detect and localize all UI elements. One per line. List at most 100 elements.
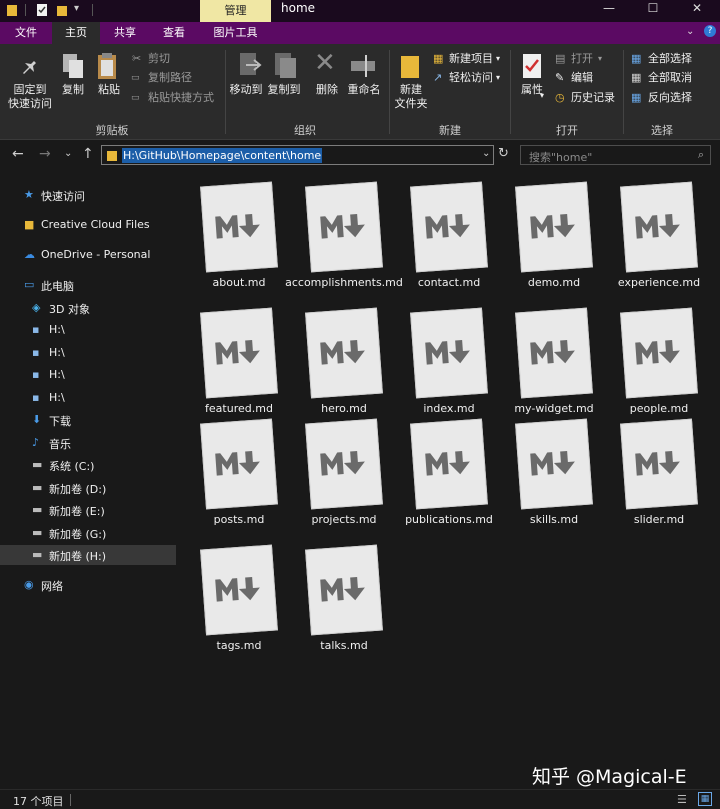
help-icon[interactable]: ?: [704, 25, 716, 37]
copy-to-button[interactable]: 复制到: [265, 83, 303, 97]
address-dropdown-button[interactable]: ⌄: [482, 145, 490, 163]
easy-access-button[interactable]: 轻松访问: [449, 71, 493, 85]
sidebar-item[interactable]: ★ 快速访问: [0, 185, 176, 205]
move-to-icon: [240, 53, 262, 75]
context-tab-manage[interactable]: 管理: [200, 0, 271, 22]
refresh-button[interactable]: ↻: [498, 145, 509, 163]
group-divider: [510, 50, 511, 134]
sidebar-item[interactable]: ◈ 3D 对象: [0, 298, 176, 318]
select-none-button[interactable]: 全部取消: [648, 71, 692, 85]
sidebar-item[interactable]: ▪ H:\: [0, 388, 176, 408]
edit-button[interactable]: 编辑: [571, 71, 593, 85]
sidebar-item-label: H:\: [49, 323, 65, 336]
paste-button[interactable]: 粘贴: [93, 83, 125, 97]
details-view-icon[interactable]: ☰: [677, 793, 687, 806]
maximize-button[interactable]: ☐: [630, 0, 676, 18]
file-item[interactable]: experience.md: [600, 176, 700, 296]
sidebar-item[interactable]: ▪ H:\: [0, 320, 176, 340]
drive-icon: ▪: [32, 391, 40, 404]
file-item[interactable]: featured.md: [180, 302, 278, 422]
sidebar-item[interactable]: ▪ H:\: [0, 343, 176, 363]
new-folder-icon[interactable]: [56, 3, 68, 17]
close-button[interactable]: ✕: [674, 0, 720, 18]
dropdown-icon[interactable]: ▾: [496, 71, 500, 85]
sidebar-item[interactable]: ▭ 此电脑: [0, 275, 176, 295]
file-item[interactable]: people.md: [600, 302, 698, 422]
sidebar-item-label: Creative Cloud Files: [41, 218, 150, 231]
file-item[interactable]: my-widget.md: [495, 302, 594, 422]
select-all-button[interactable]: 全部选择: [648, 52, 692, 66]
sidebar-item[interactable]: ▬ 新加卷 (G:): [0, 523, 176, 543]
pin-to-quick-access-button[interactable]: 固定到 快速访问: [4, 83, 56, 111]
file-item[interactable]: projects.md: [285, 413, 383, 533]
file-item[interactable]: about.md: [180, 176, 278, 296]
copy-button[interactable]: 复制: [57, 83, 89, 97]
file-item[interactable]: tags.md: [180, 539, 278, 659]
paste-shortcut-button[interactable]: 粘贴快捷方式: [148, 91, 214, 105]
sidebar-item[interactable]: ◉ 网络: [0, 575, 176, 595]
pin-icon: [23, 56, 36, 74]
delete-icon: ✕: [314, 48, 336, 78]
up-button[interactable]: ↑: [82, 145, 94, 163]
file-item[interactable]: demo.md: [495, 176, 593, 296]
tab-share[interactable]: 共享: [100, 22, 150, 44]
sidebar-item[interactable]: ▪ H:\: [0, 365, 176, 385]
file-item[interactable]: contact.md: [390, 176, 488, 296]
file-name: contact.md: [417, 276, 481, 289]
copy-path-button[interactable]: 复制路径: [148, 71, 192, 85]
collapse-ribbon-icon[interactable]: ⌄: [686, 26, 694, 37]
new-folder-button[interactable]: 新建 文件夹: [391, 83, 431, 111]
sidebar-item[interactable]: ■ Creative Cloud Files: [0, 215, 176, 235]
file-item[interactable]: publications.md: [390, 413, 493, 533]
forward-button[interactable]: →: [39, 145, 51, 163]
file-item[interactable]: posts.md: [180, 413, 278, 533]
markdown-file-icon: [305, 181, 383, 273]
sidebar-item-label: H:\: [49, 368, 65, 381]
open-button[interactable]: 打开: [571, 52, 593, 66]
minimize-button[interactable]: —: [586, 0, 632, 18]
dropdown-icon[interactable]: ▾: [598, 52, 602, 66]
tab-picture-tools[interactable]: 图片工具: [200, 22, 271, 44]
large-icons-view-icon[interactable]: ▦: [698, 792, 712, 806]
history-button[interactable]: 历史记录: [571, 91, 615, 105]
tab-home[interactable]: 主页: [52, 22, 100, 44]
folder-icon: ■: [24, 218, 35, 231]
search-icon[interactable]: ⌕: [698, 148, 704, 162]
tab-file[interactable]: 文件: [0, 22, 52, 44]
address-bar[interactable]: H:\GitHub\Homepage\content\home: [101, 145, 494, 165]
sidebar-item[interactable]: ▬ 新加卷 (H:): [0, 545, 176, 565]
properties-icon[interactable]: [36, 3, 48, 17]
invert-selection-button[interactable]: 反向选择: [648, 91, 692, 105]
sidebar-item[interactable]: ▬ 新加卷 (D:): [0, 478, 176, 498]
file-name: skills.md: [529, 513, 579, 526]
sidebar-item[interactable]: ♪ 音乐: [0, 433, 176, 453]
file-name: posts.md: [213, 513, 265, 526]
rename-button[interactable]: 重命名: [343, 83, 385, 97]
tab-view[interactable]: 查看: [150, 22, 198, 44]
folder-icon[interactable]: [6, 3, 18, 17]
recent-locations-button[interactable]: ⌄: [64, 145, 72, 163]
sidebar-item[interactable]: ▬ 系统 (C:): [0, 455, 176, 475]
markdown-file-icon: [305, 307, 383, 399]
file-item[interactable]: accomplishments.md: [285, 176, 403, 296]
file-item[interactable]: hero.md: [285, 302, 383, 422]
customize-qat-icon[interactable]: ▾: [74, 3, 79, 14]
disk-icon: ▬: [32, 503, 43, 516]
file-item[interactable]: index.md: [390, 302, 488, 422]
new-item-button[interactable]: 新建项目: [449, 52, 493, 66]
search-input[interactable]: 搜索"home" ⌕: [520, 145, 711, 165]
file-item[interactable]: talks.md: [285, 539, 383, 659]
cut-button[interactable]: 剪切: [148, 52, 170, 66]
ribbon: 固定到 快速访问 复制 粘贴 ✂ 剪切 ▭ 复制路径 ▭ 粘贴快捷方式 剪贴板 …: [0, 44, 720, 140]
dropdown-icon[interactable]: ▾: [540, 89, 544, 103]
move-to-button[interactable]: 移动到: [227, 83, 265, 97]
delete-button[interactable]: 删除: [309, 83, 345, 97]
sidebar-item[interactable]: ☁ OneDrive - Personal: [0, 245, 176, 265]
dropdown-icon[interactable]: ▾: [496, 52, 500, 66]
sidebar-item[interactable]: ⬇ 下载: [0, 410, 176, 430]
address-path[interactable]: H:\GitHub\Homepage\content\home: [122, 148, 323, 163]
sidebar-item[interactable]: ▬ 新加卷 (E:): [0, 500, 176, 520]
file-item[interactable]: skills.md: [495, 413, 593, 533]
back-button[interactable]: ←: [12, 145, 24, 163]
file-item[interactable]: slider.md: [600, 413, 698, 533]
